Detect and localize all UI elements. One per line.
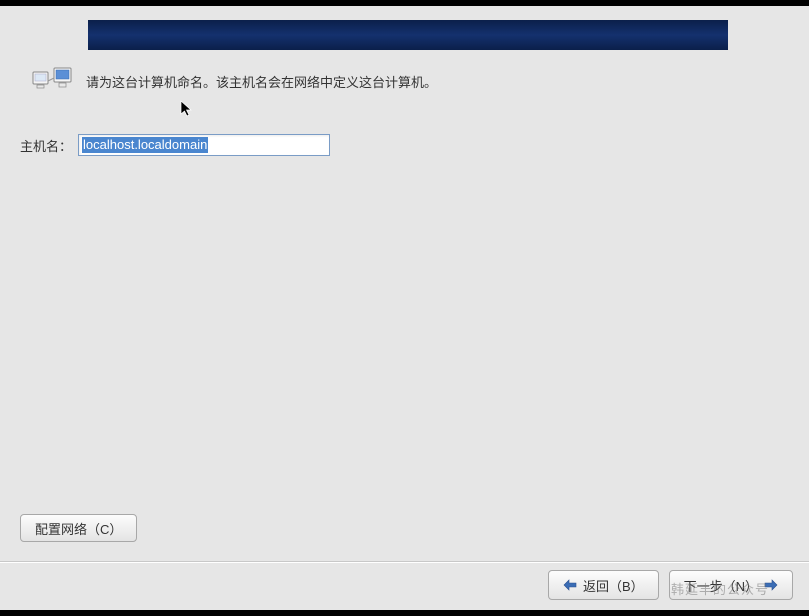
- back-button-label: 返回（B）: [583, 576, 644, 595]
- nav-button-row: 返回（B） 下一步（N）: [548, 570, 793, 600]
- header-banner: [88, 20, 728, 50]
- separator-line: [0, 561, 809, 562]
- network-computers-icon: [32, 66, 74, 96]
- next-button-label: 下一步（N）: [684, 576, 758, 595]
- hostname-row: 主机名： localhost.localdomain: [20, 134, 789, 156]
- instruction-text: 请为这台计算机命名。该主机名会在网络中定义这台计算机。: [86, 72, 437, 91]
- hostname-label: 主机名：: [20, 136, 72, 155]
- arrow-left-icon: [563, 579, 577, 591]
- next-button[interactable]: 下一步（N）: [669, 570, 793, 600]
- instruction-row: 请为这台计算机命名。该主机名会在网络中定义这台计算机。: [32, 66, 789, 96]
- window-frame: 请为这台计算机命名。该主机名会在网络中定义这台计算机。 主机名： localho…: [0, 0, 809, 616]
- back-button[interactable]: 返回（B）: [548, 570, 659, 600]
- arrow-right-icon: [764, 579, 778, 591]
- hostname-value-selected: localhost.localdomain: [82, 137, 208, 153]
- hostname-input[interactable]: localhost.localdomain: [78, 134, 330, 156]
- installer-window: 请为这台计算机命名。该主机名会在网络中定义这台计算机。 主机名： localho…: [0, 6, 809, 610]
- content-area: 请为这台计算机命名。该主机名会在网络中定义这台计算机。 主机名： localho…: [20, 66, 789, 156]
- configure-network-button[interactable]: 配置网络（C）: [20, 514, 137, 542]
